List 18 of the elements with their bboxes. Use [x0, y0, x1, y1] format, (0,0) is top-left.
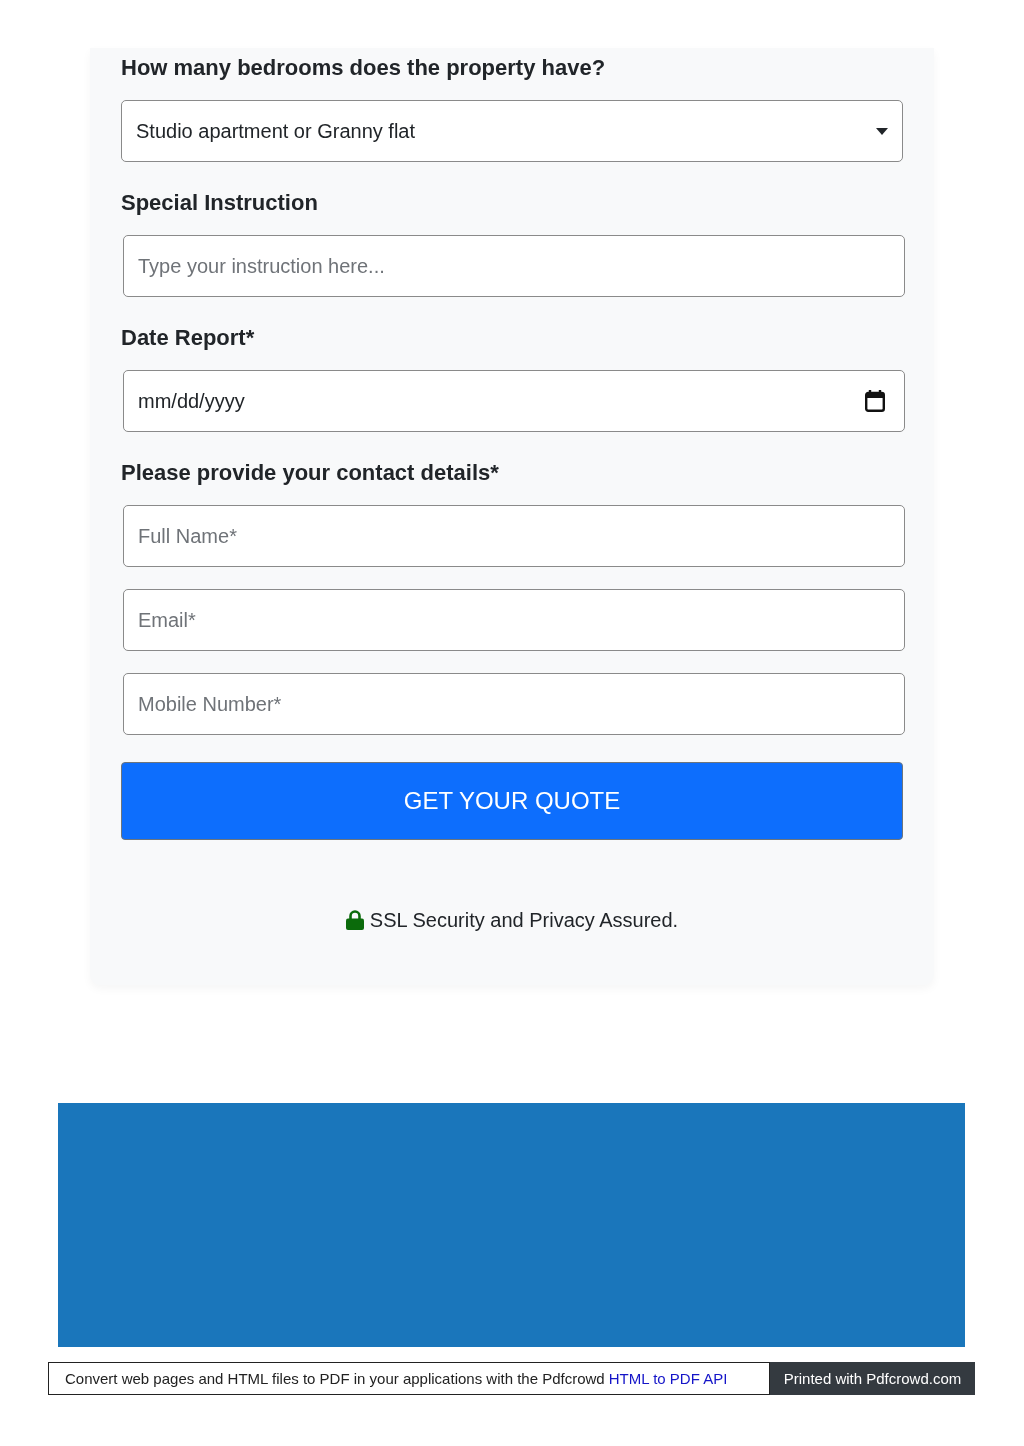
field-label: How many bedrooms does the property have?	[121, 54, 607, 82]
lock-icon	[345, 910, 364, 930]
text-input-field[interactable]: Type your instruction here...	[123, 235, 905, 297]
dropdown-field[interactable]: Studio apartment or Granny flat	[121, 100, 903, 162]
date-field[interactable]: mm/dd/yyyy	[123, 370, 905, 432]
text-input-field[interactable]: Full Name*	[123, 505, 905, 567]
text-input-field[interactable]: Email*	[123, 589, 905, 651]
api-link[interactable]: HTML to PDF API	[608, 1370, 728, 1387]
printed-with-label: Printed with Pdfcrowd.com	[770, 1362, 975, 1395]
field-label: Date Report*	[121, 324, 256, 352]
security-note: SSL Security and Privacy Assured.	[369, 908, 679, 932]
footer-text: Convert web pages and HTML files to PDF in your applications with the Pdfcrowd	[65, 1370, 605, 1387]
caret-icon	[876, 127, 888, 135]
field-label: Special Instruction	[121, 189, 319, 217]
get-quote-button[interactable]: GET YOUR QUOTE	[121, 762, 903, 840]
calendar-icon[interactable]	[865, 390, 885, 412]
text-input-field[interactable]: Mobile Number*	[123, 673, 905, 735]
field-label: Please provide your contact details*	[121, 459, 500, 487]
